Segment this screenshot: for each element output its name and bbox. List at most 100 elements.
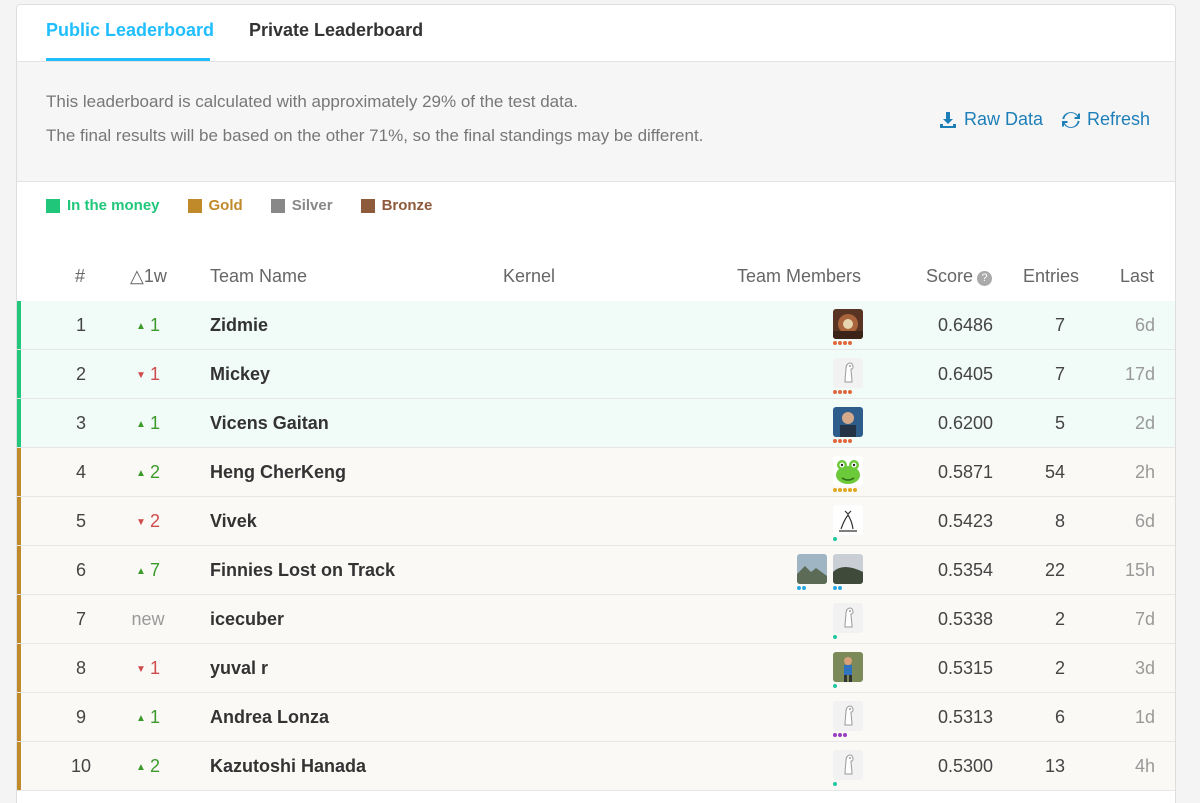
col-entries[interactable]: Entries <box>1023 266 1079 287</box>
col-delta[interactable]: △1w <box>130 266 167 287</box>
score-cell: 0.5313 <box>937 707 993 727</box>
info-text-line-1: This leaderboard is calculated with appr… <box>46 92 579 111</box>
arrow-down-icon: ▼ <box>136 664 146 675</box>
rank-change-cell: ▼ 2 <box>113 511 183 532</box>
team-member-avatar[interactable] <box>833 358 863 388</box>
score-cell: 0.5300 <box>937 756 993 776</box>
leaderboard-tabs: Public Leaderboard Private Leaderboard <box>17 5 1175 62</box>
rank-cell: 5 <box>75 511 86 531</box>
team-member-avatar[interactable] <box>833 505 863 535</box>
arrow-down-icon: ▼ <box>136 370 146 381</box>
rank-cell: 8 <box>75 658 86 678</box>
team-name-link[interactable]: Kazutoshi Hanada <box>210 756 366 777</box>
col-kernel[interactable]: Kernel <box>503 266 555 287</box>
legend-bronze: Bronze <box>360 197 433 214</box>
table-row[interactable]: 7 new icecuber 0.5338 2 7d <box>17 595 1175 644</box>
table-row[interactable]: 9 ▲ 1 Andrea Lonza 0.5313 6 1d <box>17 693 1175 742</box>
rank-change-cell: ▲ 1 <box>113 315 183 336</box>
team-member-avatar[interactable] <box>833 407 863 437</box>
rank-change-cell: ▲ 1 <box>113 707 183 728</box>
tier-dots <box>833 635 837 639</box>
legend-in-the-money: In the money <box>46 197 160 214</box>
table-row[interactable]: 4 ▲ 2 Heng CherKeng 0.5871 54 2h <box>17 448 1175 497</box>
team-member-avatar[interactable] <box>833 701 863 731</box>
medal-legend: In the money Gold Silver Bronze <box>46 197 432 214</box>
tier-dots <box>833 439 852 443</box>
gold-swatch <box>187 198 202 213</box>
col-team-name[interactable]: Team Name <box>210 266 307 287</box>
arrow-up-icon: ▲ <box>136 762 146 773</box>
rank-cell: 1 <box>75 315 86 335</box>
table-row[interactable]: 1 ▲ 1 Zidmie 0.6486 7 6d <box>17 301 1175 350</box>
team-member-avatar[interactable] <box>833 750 863 780</box>
table-header: # △1w Team Name Kernel Team Members Scor… <box>17 250 1175 302</box>
rank-change-value: 1 <box>149 315 160 335</box>
medal-tier-bar <box>17 399 21 447</box>
bronze-swatch <box>360 198 375 213</box>
medal-tier-bar <box>17 497 21 545</box>
col-score[interactable]: Score? <box>926 266 993 287</box>
table-row[interactable]: 3 ▲ 1 Vicens Gaitan 0.6200 5 2d <box>17 399 1175 448</box>
tier-dots <box>833 586 842 590</box>
refresh-button[interactable]: Refresh <box>1061 109 1150 130</box>
leaderboard-info-banner: This leaderboard is calculated with appr… <box>17 62 1175 182</box>
help-icon[interactable]: ? <box>977 271 993 286</box>
raw-data-label: Raw Data <box>964 109 1044 129</box>
team-name-link[interactable]: Mickey <box>210 364 270 385</box>
medal-tier-bar <box>17 644 21 692</box>
legend-label: Bronze <box>381 197 433 214</box>
table-row[interactable]: 10 ▲ 2 Kazutoshi Hanada 0.5300 13 4h <box>17 742 1175 791</box>
team-name-link[interactable]: Vicens Gaitan <box>210 413 329 434</box>
entries-cell: 22 <box>1044 560 1065 580</box>
team-member-avatar[interactable] <box>833 603 863 633</box>
rank-change-value: 2 <box>149 756 160 776</box>
last-submission-cell: 1d <box>1134 707 1155 727</box>
rank-cell: 10 <box>70 756 92 776</box>
table-row[interactable]: 2 ▼ 1 Mickey 0.6405 7 17d <box>17 350 1175 399</box>
team-name-link[interactable]: Vivek <box>210 511 257 532</box>
legend-gold: Gold <box>187 197 243 214</box>
team-name-link[interactable]: icecuber <box>210 609 284 630</box>
medal-tier-bar <box>17 350 21 398</box>
team-member-avatar[interactable] <box>833 456 863 486</box>
tab-private-leaderboard[interactable]: Private Leaderboard <box>249 20 423 41</box>
last-submission-cell: 2h <box>1134 462 1155 482</box>
team-member-avatar[interactable] <box>833 309 863 339</box>
tab-public-leaderboard[interactable]: Public Leaderboard <box>46 20 214 41</box>
col-last[interactable]: Last <box>1120 266 1154 287</box>
rank-cell: 9 <box>75 707 86 727</box>
rank-change-cell: ▼ 1 <box>113 658 183 679</box>
team-member-avatar[interactable] <box>833 652 863 682</box>
col-rank[interactable]: # <box>75 266 85 287</box>
refresh-icon <box>1062 111 1080 128</box>
rank-change-value: 2 <box>149 511 160 531</box>
team-name-link[interactable]: Zidmie <box>210 315 268 336</box>
in-the-money-swatch <box>46 198 60 213</box>
silver-swatch <box>270 198 285 213</box>
leaderboard-panel: Public Leaderboard Private Leaderboard T… <box>16 4 1176 803</box>
team-name-link[interactable]: Andrea Lonza <box>210 707 329 728</box>
entries-cell: 8 <box>1054 511 1065 531</box>
entries-cell: 7 <box>1054 315 1065 335</box>
team-member-avatar[interactable] <box>797 554 827 584</box>
team-name-link[interactable]: Finnies Lost on Track <box>210 560 395 581</box>
rank-change-value: 1 <box>149 707 160 727</box>
rank-change-cell: ▲ 2 <box>113 756 183 777</box>
last-submission-cell: 17d <box>1124 364 1155 384</box>
legend-label: Gold <box>208 197 243 214</box>
arrow-up-icon: ▲ <box>136 468 146 479</box>
info-text-line-2: The final results will be based on the o… <box>46 126 704 145</box>
team-member-avatar[interactable] <box>833 554 863 584</box>
last-submission-cell: 6d <box>1134 315 1155 335</box>
table-row[interactable]: 8 ▼ 1 yuval r 0.5315 2 3d <box>17 644 1175 693</box>
table-row[interactable]: 5 ▼ 2 Vivek 0.5423 8 6d <box>17 497 1175 546</box>
rank-change-value: 7 <box>149 560 160 580</box>
rank-change-cell: new <box>113 609 183 630</box>
refresh-label: Refresh <box>1087 109 1151 129</box>
team-name-link[interactable]: Heng CherKeng <box>210 462 346 483</box>
tier-dots <box>797 586 806 590</box>
team-name-link[interactable]: yuval r <box>210 658 268 679</box>
table-row[interactable]: 6 ▲ 7 Finnies Lost on Track 0.5354 22 15h <box>17 546 1175 595</box>
raw-data-button[interactable]: Raw Data <box>938 109 1043 130</box>
last-submission-cell: 7d <box>1134 609 1155 629</box>
